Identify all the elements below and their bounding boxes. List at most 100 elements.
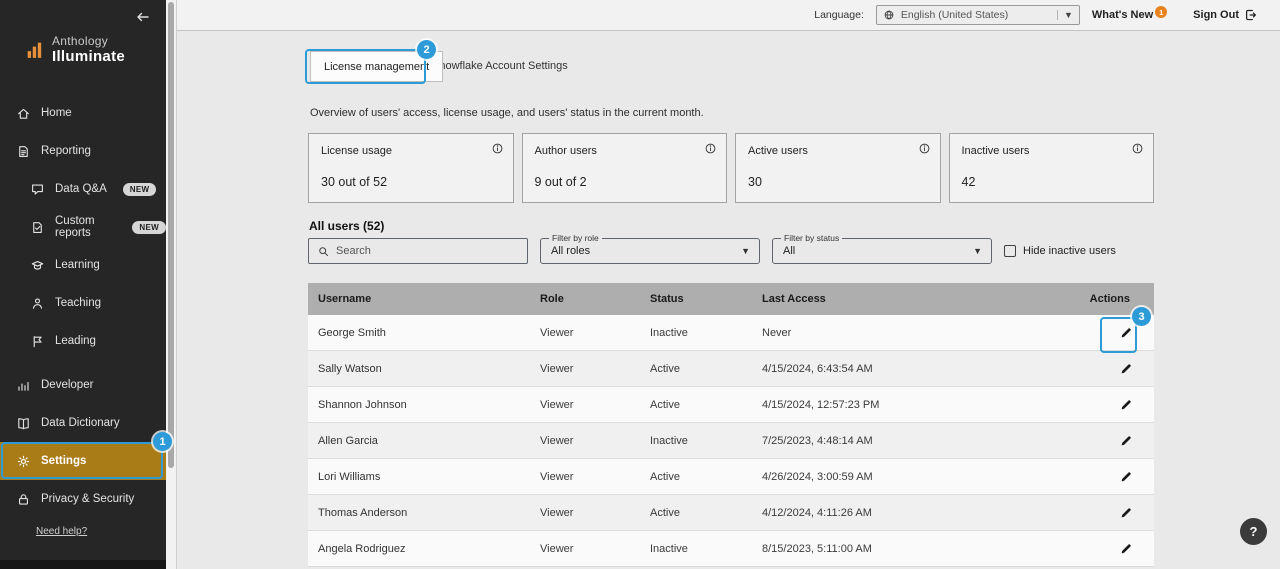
edit-user-button[interactable] xyxy=(1112,391,1140,419)
edit-user-button[interactable] xyxy=(1112,499,1140,527)
users-table: Username Role Status Last Access Actions… xyxy=(308,283,1154,567)
reporting-icon xyxy=(16,144,31,159)
collapse-sidebar-button[interactable] xyxy=(132,6,154,28)
chevron-down-icon: ▼ xyxy=(973,246,982,256)
learning-icon xyxy=(30,258,45,273)
filter-role-label: Filter by role xyxy=(549,233,602,243)
stat-card-license-usage: License usage 30 out of 52 xyxy=(308,133,514,203)
stat-card-inactive-users: Inactive users 42 xyxy=(949,133,1155,203)
logo-line2: Illuminate xyxy=(52,48,125,65)
sidebar-item-home[interactable]: Home xyxy=(0,94,166,132)
users-table-body: George Smith Viewer Inactive Never xyxy=(308,315,1154,567)
user-row-angela-rodriguez: Angela Rodriguez Viewer Inactive 8/15/20… xyxy=(308,531,1154,567)
hide-inactive-label: Hide inactive users xyxy=(1023,245,1116,257)
sidebar-item-developer[interactable]: Developer xyxy=(0,366,166,404)
need-help-link[interactable]: Need help? xyxy=(36,526,87,537)
vertical-scrollbar xyxy=(166,0,177,569)
search-input[interactable] xyxy=(336,245,519,257)
user-row-allen-garcia: Allen Garcia Viewer Inactive 7/25/2023, … xyxy=(308,423,1154,459)
edit-user-button[interactable] xyxy=(1112,355,1140,383)
chevron-down-icon: ▼ xyxy=(1057,10,1073,20)
hide-inactive-checkbox[interactable] xyxy=(1004,245,1016,257)
new-badge: NEW xyxy=(132,221,166,234)
logo-line1: Anthology xyxy=(52,34,125,48)
filter-status-value: All xyxy=(783,245,795,257)
edit-user-button[interactable] xyxy=(1112,427,1140,455)
whats-new-link[interactable]: What's New 1 xyxy=(1092,9,1167,21)
custom-reports-icon xyxy=(30,220,45,235)
table-controls: Filter by role All roles ▼ Filter by sta… xyxy=(308,238,1154,264)
developer-icon xyxy=(16,378,31,393)
pencil-icon xyxy=(1119,326,1133,340)
scrollbar-thumb[interactable] xyxy=(168,2,174,468)
user-row-thomas-anderson: Thomas Anderson Viewer Active 4/12/2024,… xyxy=(308,495,1154,531)
pencil-icon xyxy=(1119,434,1133,448)
stat-card-author-users: Author users 9 out of 2 xyxy=(522,133,728,203)
header-role: Role xyxy=(540,293,650,305)
data-dictionary-icon xyxy=(16,416,31,431)
header-last-access: Last Access xyxy=(762,293,1068,305)
filter-by-status-select[interactable]: Filter by status All ▼ xyxy=(772,238,992,264)
sidebar-item-teaching[interactable]: Teaching xyxy=(0,284,166,322)
info-icon[interactable] xyxy=(1131,142,1144,155)
header-status: Status xyxy=(650,293,762,305)
stat-cards: License usage 30 out of 52 Author users … xyxy=(308,133,1154,203)
privacy-icon xyxy=(16,492,31,507)
hide-inactive-users-control: Hide inactive users xyxy=(1004,245,1116,257)
header-actions: Actions xyxy=(1068,293,1144,305)
page-description: Overview of users' access, license usage… xyxy=(310,107,704,119)
sidebar-item-learning[interactable]: Learning xyxy=(0,246,166,284)
filter-role-value: All roles xyxy=(551,245,590,257)
edit-user-button[interactable] xyxy=(1112,463,1140,491)
users-table-header: Username Role Status Last Access Actions xyxy=(308,283,1154,315)
whats-new-badge: 1 xyxy=(1155,6,1167,18)
sidebar-item-reporting[interactable]: Reporting xyxy=(0,132,166,170)
user-row-sally-watson: Sally Watson Viewer Active 4/15/2024, 6:… xyxy=(308,351,1154,387)
tab-snowflake-account-settings[interactable]: Snowflake Account Settings xyxy=(432,60,568,72)
sidebar-item-data-q-a[interactable]: Data Q&A NEW xyxy=(0,170,166,208)
topbar: Language: English (United States) ▼ What… xyxy=(177,0,1280,31)
globe-icon xyxy=(883,9,895,21)
data-qa-icon xyxy=(30,182,45,197)
help-button[interactable]: ? xyxy=(1240,518,1267,545)
home-icon xyxy=(16,106,31,121)
user-row-lori-williams: Lori Williams Viewer Active 4/26/2024, 3… xyxy=(308,459,1154,495)
stat-card-active-users: Active users 30 xyxy=(735,133,941,203)
annotation-step-1: 1 xyxy=(153,432,172,451)
new-badge: NEW xyxy=(123,183,157,196)
sign-out-button[interactable]: Sign Out xyxy=(1193,8,1258,22)
main-area: License management Snowflake Account Set… xyxy=(177,31,1280,569)
annotation-step-3: 3 xyxy=(1132,307,1151,326)
user-row-george-smith: George Smith Viewer Inactive Never xyxy=(308,315,1154,351)
search-icon xyxy=(317,245,330,258)
sidebar-item-leading[interactable]: Leading xyxy=(0,322,166,360)
teaching-icon xyxy=(30,296,45,311)
chevron-down-icon: ▼ xyxy=(741,246,750,256)
annotation-step-2: 2 xyxy=(417,40,436,59)
sidebar-item-privacy-security[interactable]: Privacy & Security xyxy=(0,480,166,518)
edit-user-button[interactable] xyxy=(1112,535,1140,563)
filter-status-label: Filter by status xyxy=(781,233,842,243)
anthology-logo-icon xyxy=(26,38,44,62)
pencil-icon xyxy=(1119,506,1133,520)
sidebar-item-data-dictionary[interactable]: Data Dictionary xyxy=(0,404,166,442)
header-username: Username xyxy=(318,293,540,305)
language-label: Language: xyxy=(814,9,864,21)
info-icon[interactable] xyxy=(491,142,504,155)
pencil-icon xyxy=(1119,362,1133,376)
pencil-icon xyxy=(1119,542,1133,556)
info-icon[interactable] xyxy=(704,142,717,155)
sidebar-item-custom-reports[interactable]: Custom reports NEW xyxy=(0,208,166,246)
sidebar-item-settings[interactable]: Settings xyxy=(0,442,166,480)
leading-icon xyxy=(30,334,45,349)
back-arrow-icon xyxy=(135,9,151,25)
info-icon[interactable] xyxy=(918,142,931,155)
language-value: English (United States) xyxy=(901,9,1008,21)
search-box xyxy=(308,238,528,264)
filter-by-role-select[interactable]: Filter by role All roles ▼ xyxy=(540,238,760,264)
sidebar: Anthology Illuminate Home Reporting Data… xyxy=(0,0,166,569)
pencil-icon xyxy=(1119,398,1133,412)
language-select[interactable]: English (United States) ▼ xyxy=(876,5,1080,25)
pencil-icon xyxy=(1119,470,1133,484)
sidebar-bottom-strip xyxy=(0,560,166,569)
